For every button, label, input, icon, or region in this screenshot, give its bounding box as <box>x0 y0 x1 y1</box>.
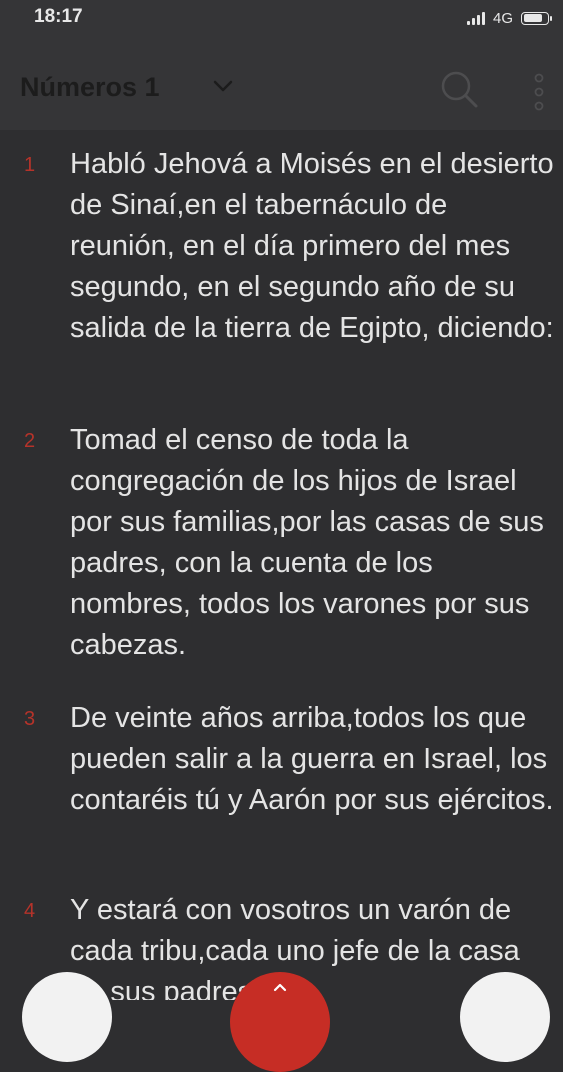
battery-level <box>523 14 543 22</box>
battery-icon <box>521 11 552 25</box>
verse-text: Habló Jehová a Moisés en el desierto de … <box>70 148 554 344</box>
verse-text: De veinte años arriba,todos los que pued… <box>70 702 554 816</box>
app-header: Números 1 <box>0 34 563 130</box>
search-icon[interactable] <box>438 68 480 110</box>
next-chapter-button[interactable] <box>460 972 550 1062</box>
verse-number: 2 <box>24 430 36 452</box>
signal-strength-icon <box>466 11 485 25</box>
previous-chapter-button[interactable] <box>22 972 112 1062</box>
status-bar: 18:17 4G <box>0 0 563 34</box>
status-time: 18:17 <box>34 6 83 27</box>
status-indicators: 4G <box>466 8 552 28</box>
verse-text: Tomad el censo de toda la congregación d… <box>70 424 544 661</box>
chevron-down-icon[interactable] <box>212 79 234 93</box>
verse-number: 3 <box>24 708 36 730</box>
more-vertical-icon[interactable] <box>531 72 547 112</box>
chapter-content[interactable]: 1 Habló Jehová a Moisés en el desierto d… <box>0 130 563 1000</box>
audio-play-button[interactable] <box>230 972 330 1072</box>
verse-number: 1 <box>24 154 36 176</box>
network-type: 4G <box>492 9 513 27</box>
verse-number: 4 <box>24 900 36 922</box>
chapter-title[interactable]: Números 1 <box>20 72 160 103</box>
chevron-up-icon <box>273 983 287 992</box>
